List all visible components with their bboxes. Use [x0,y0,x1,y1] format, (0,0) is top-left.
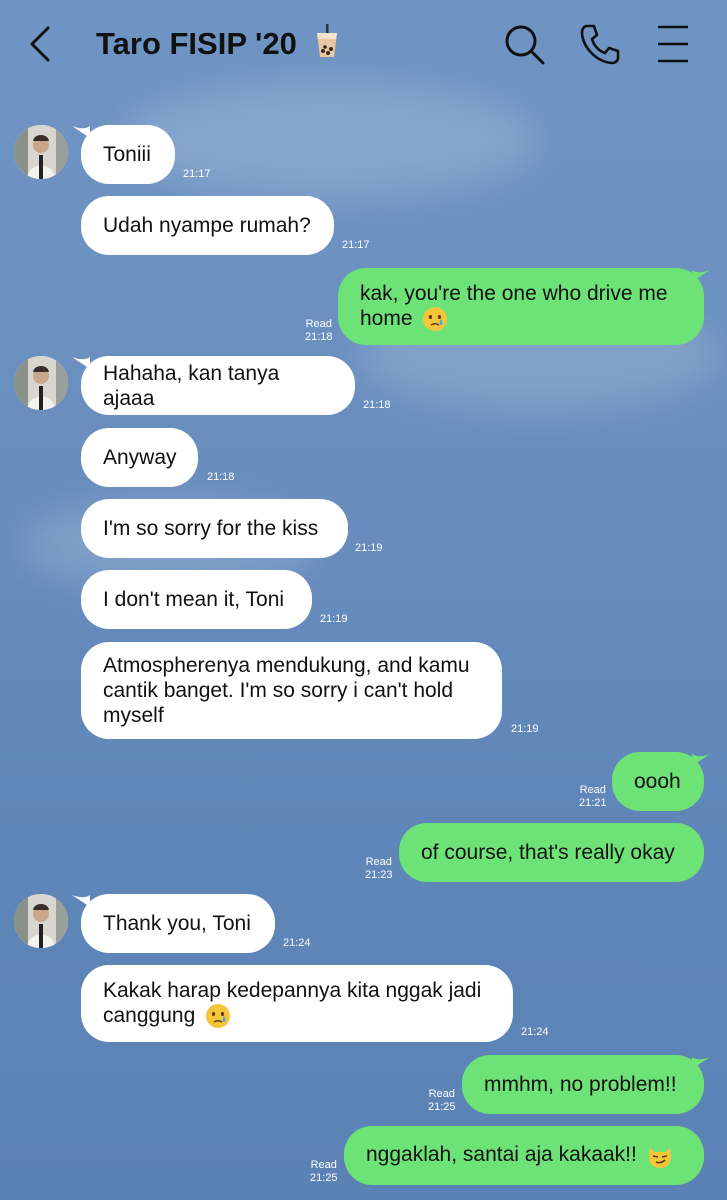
smirking-cat-icon [648,1147,671,1168]
message-time: 21:19 [355,542,383,554]
message-time: 21:19 [320,613,348,625]
contact-avatar[interactable] [14,125,68,179]
message-bubble[interactable]: I don't mean it, Toni [81,570,312,629]
menu-icon [658,25,688,63]
avatar-photo [14,356,68,410]
phone-icon [580,24,620,65]
back-button[interactable] [22,22,62,66]
read-receipt: Read [310,1159,337,1171]
message-text: oooh [634,770,681,793]
read-receipt: Read [365,856,392,868]
contact-avatar[interactable] [14,894,68,948]
message-time: 21:23 [365,869,393,881]
message-time: 21:18 [207,471,235,483]
message-text: Anyway [103,446,177,469]
crying-face-icon [423,307,448,332]
read-receipt: Read [428,1088,455,1100]
menu-button[interactable] [652,22,696,66]
message-time: 21:17 [183,168,211,180]
message-text: Udah nyampe rumah? [103,214,311,237]
message-bubble[interactable]: of course, that's really okay [399,823,704,882]
chat-title: Taro FISIP '20 [96,22,340,66]
message-bubble[interactable]: kak, you're the one who drive me home [338,268,704,345]
message-text: Atmospherenya mendukung, and kamu cantik… [103,654,470,727]
message-text: Toniii [103,143,151,166]
message-status: Read 21:23 [365,856,393,882]
message-status: Read 21:18 [305,318,333,344]
read-receipt: Read [579,784,606,796]
message-text: I don't mean it, Toni [103,588,285,611]
contact-avatar[interactable] [14,356,68,410]
avatar-photo [14,125,68,179]
call-button[interactable] [578,22,622,66]
search-icon [505,25,545,65]
message-bubble[interactable]: mmhm, no problem!! [462,1055,704,1114]
message-time: 21:18 [363,399,391,411]
avatar-photo [14,894,68,948]
message-status: Read 21:25 [428,1088,456,1114]
message-time: 21:24 [521,1026,549,1038]
chat-title-text: Taro FISIP '20 [96,26,297,61]
message-bubble[interactable]: Thank you, Toni [81,894,275,953]
read-receipt: Read [305,318,332,330]
message-bubble[interactable]: Toniii [81,125,175,184]
message-time: 21:25 [310,1172,338,1184]
message-bubble[interactable]: Anyway [81,428,198,487]
message-text: of course, that's really okay [421,841,675,864]
message-bubble[interactable]: Udah nyampe rumah? [81,196,334,255]
crying-face-icon [206,1004,231,1029]
message-bubble[interactable]: oooh [612,752,704,811]
background-cloud [120,80,540,200]
message-bubble[interactable]: I'm so sorry for the kiss [81,499,348,558]
message-text: mmhm, no problem!! [484,1073,677,1096]
message-text: Thank you, Toni [103,912,251,935]
bubble-tea-icon [316,24,337,57]
message-time: 21:24 [283,937,311,949]
message-text: kak, you're the one who drive me home [360,281,668,330]
message-bubble[interactable]: Atmospherenya mendukung, and kamu cantik… [81,642,502,739]
message-time: 21:18 [305,331,333,343]
message-time: 21:25 [428,1101,456,1113]
message-time: 21:21 [579,797,607,809]
message-time: 21:19 [511,723,539,735]
message-bubble[interactable]: Hahaha, kan tanya ajaaa [81,356,355,415]
message-text: Kakak harap kedepannya kita nggak jadi c… [103,978,482,1027]
search-button[interactable] [502,22,546,66]
chat-header: Taro FISIP '20 [0,0,727,90]
message-text: Hahaha, kan tanya ajaaa [103,361,280,410]
message-text: nggaklah, santai aja kakaak!! [366,1143,637,1167]
message-time: 21:17 [342,239,370,251]
message-bubble[interactable]: Kakak harap kedepannya kita nggak jadi c… [81,965,513,1042]
message-status: Read 21:21 [579,784,607,810]
message-bubble[interactable]: nggaklah, santai aja kakaak!! [344,1126,704,1185]
message-text: I'm so sorry for the kiss [103,517,319,540]
chevron-left-icon [30,26,50,62]
message-status: Read 21:25 [310,1159,338,1185]
